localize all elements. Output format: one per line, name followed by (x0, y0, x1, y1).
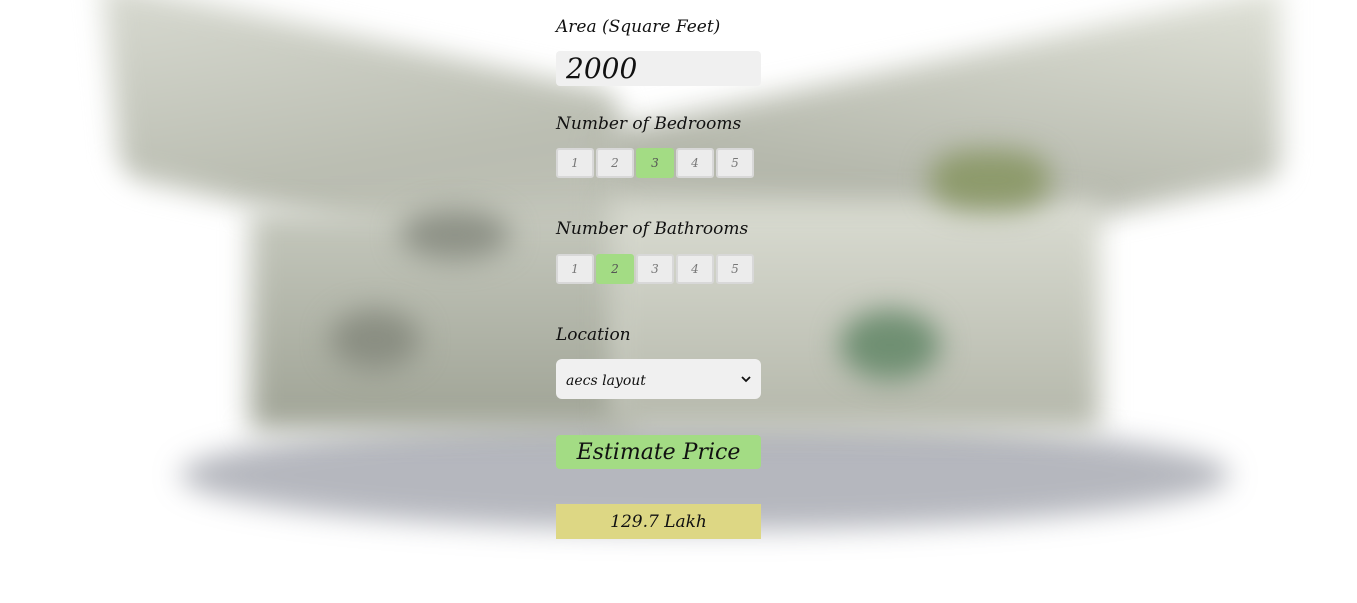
location-label: Location (556, 325, 631, 345)
background-seal-roof (400, 210, 510, 260)
background-seal-left (330, 310, 420, 370)
bedrooms-label: Number of Bedrooms (556, 114, 742, 134)
bedrooms-radio-group: 12345 (556, 148, 756, 180)
area-input[interactable] (556, 51, 761, 86)
bedrooms-option-3[interactable]: 3 (636, 148, 674, 178)
estimate-price-button[interactable]: Estimate Price (556, 435, 761, 469)
bedrooms-option-1[interactable]: 1 (556, 148, 594, 178)
bathrooms-option-2[interactable]: 2 (596, 254, 634, 284)
bedrooms-option-2[interactable]: 2 (596, 148, 634, 178)
background-seal (840, 310, 940, 380)
area-label: Area (Square Feet) (556, 17, 721, 37)
background-accent (930, 150, 1050, 210)
bathrooms-option-4[interactable]: 4 (676, 254, 714, 284)
bathrooms-option-1[interactable]: 1 (556, 254, 594, 284)
location-selected-value: aecs layout (566, 373, 646, 389)
location-select[interactable]: aecs layout (556, 359, 761, 399)
bedrooms-option-4[interactable]: 4 (676, 148, 714, 178)
bathrooms-option-5[interactable]: 5 (716, 254, 754, 284)
chevron-down-icon (741, 376, 751, 383)
bathrooms-option-3[interactable]: 3 (636, 254, 674, 284)
bathrooms-label: Number of Bathrooms (556, 219, 749, 239)
bathrooms-radio-group: 12345 (556, 254, 756, 286)
estimated-price-result: 129.7 Lakh (556, 504, 761, 539)
bedrooms-option-5[interactable]: 5 (716, 148, 754, 178)
